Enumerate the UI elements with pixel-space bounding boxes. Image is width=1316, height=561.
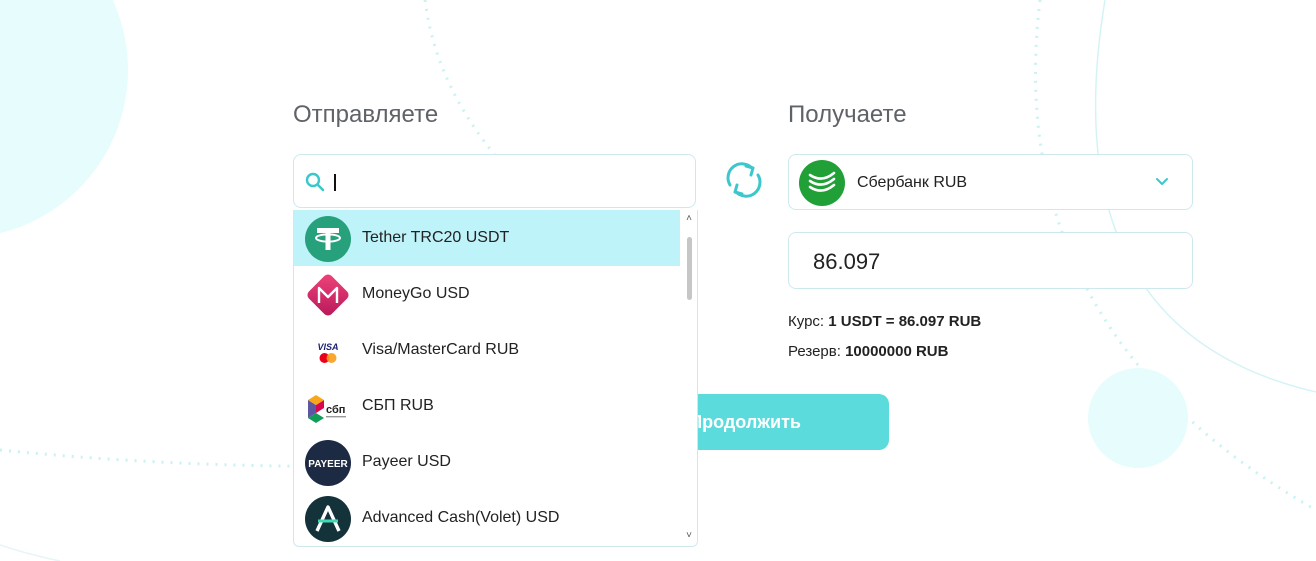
search-icon <box>305 172 325 192</box>
reserve-label: Резерв: <box>788 343 841 360</box>
svg-text:сбп: сбп <box>326 404 345 416</box>
option-label: Advanced Cash(Volet) USD <box>362 509 560 526</box>
receive-amount-input[interactable] <box>811 245 1175 279</box>
currency-dropdown-list[interactable]: Tether TRC20 USDT MoneyGo USD VISA Visa/… <box>293 210 698 547</box>
moneygo-icon <box>307 274 349 316</box>
send-heading: Отправляете <box>293 101 439 128</box>
swap-icon[interactable] <box>722 158 766 202</box>
option-label: Payeer USD <box>362 453 451 470</box>
receive-heading: Получаете <box>788 101 907 128</box>
svg-text:PAYEER: PAYEER <box>308 459 348 470</box>
advcash-icon <box>305 496 351 542</box>
tether-icon <box>305 216 351 262</box>
chevron-down-icon[interactable] <box>1154 174 1170 190</box>
reserve-info: Резерв: 10000000 RUB <box>788 343 948 360</box>
selected-currency-label: Сбербанк RUB <box>857 174 968 191</box>
receive-currency-select[interactable]: Сбербанк RUB <box>788 154 1193 210</box>
option-visa-mastercard-rub[interactable]: VISA Visa/MasterCard RUB <box>294 322 680 378</box>
svg-text:VISA: VISA <box>317 342 338 352</box>
sbp-icon: сбп <box>308 395 346 423</box>
option-advanced-cash-usd[interactable]: Advanced Cash(Volet) USD <box>294 490 680 546</box>
rate-label: Курс: <box>788 313 825 330</box>
option-label: СБП RUB <box>362 397 434 414</box>
sberbank-icon <box>799 160 845 206</box>
option-sbp-rub[interactable]: сбп СБП RUB <box>294 378 680 434</box>
scroll-up-icon[interactable]: ˄ <box>684 214 694 224</box>
option-tether-trc20-usdt[interactable]: Tether TRC20 USDT <box>294 210 680 266</box>
receive-amount-field[interactable] <box>788 232 1193 289</box>
option-payeer-usd[interactable]: PAYEER Payeer USD <box>294 434 680 490</box>
reserve-value: 10000000 RUB <box>845 343 949 360</box>
dropdown-scrollbar[interactable]: ˄ ˅ <box>681 210 697 546</box>
option-label: Visa/MasterCard RUB <box>362 341 520 358</box>
scroll-down-icon[interactable]: ˅ <box>684 531 694 541</box>
option-label: Tether TRC20 USDT <box>362 229 510 246</box>
payeer-icon: PAYEER <box>305 440 351 486</box>
visa-mastercard-icon: VISA <box>306 329 350 373</box>
rate-value: 1 USDT = 86.097 RUB <box>828 313 982 330</box>
option-label: MoneyGo USD <box>362 285 470 302</box>
option-moneygo-usd[interactable]: MoneyGo USD <box>294 266 680 322</box>
search-input[interactable] <box>334 165 678 201</box>
exchange-rate: Курс: 1 USDT = 86.097 RUB <box>788 313 981 330</box>
send-currency-search[interactable] <box>293 154 696 208</box>
scroll-thumb[interactable] <box>687 237 692 300</box>
text-caret <box>334 174 336 191</box>
